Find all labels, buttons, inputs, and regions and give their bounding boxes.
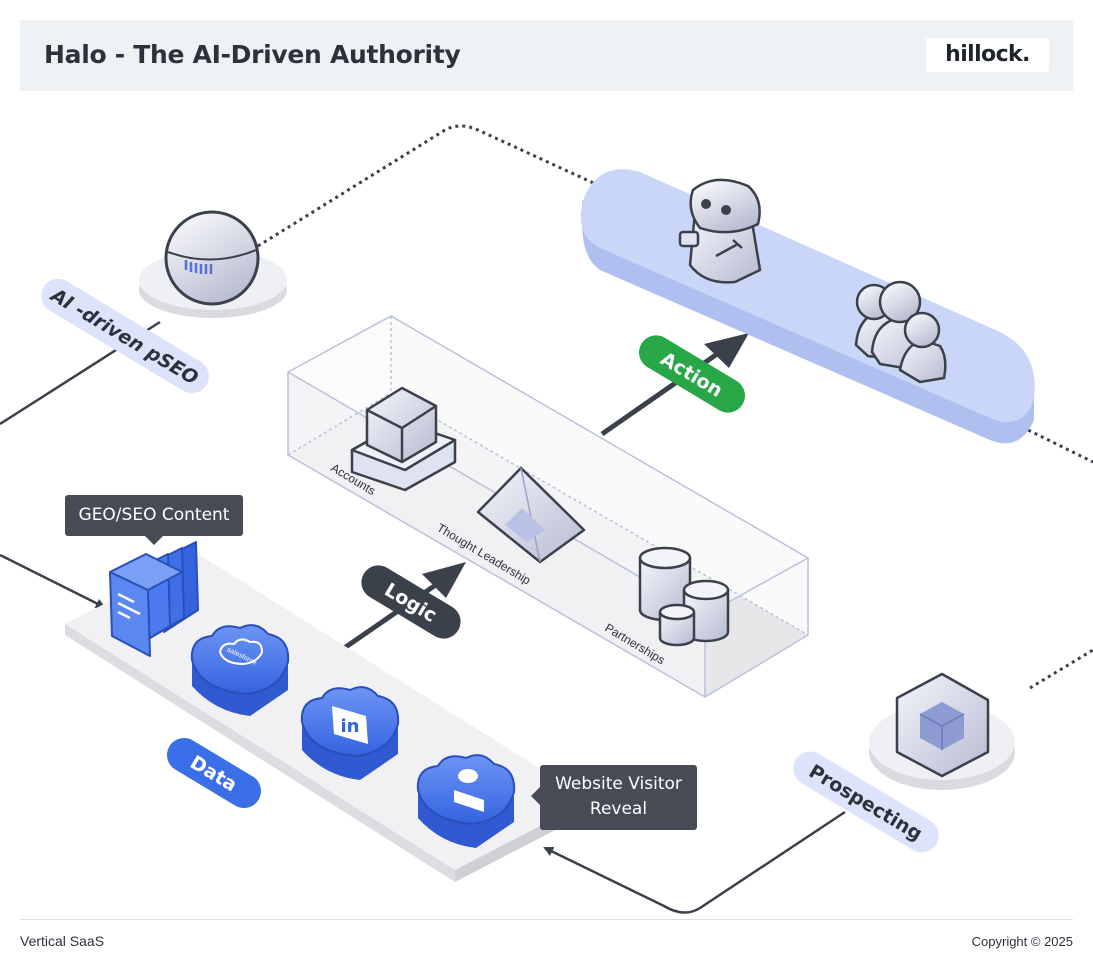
footer-vertical-saas: Vertical SaaS <box>20 933 105 949</box>
footer-divider <box>20 919 1073 920</box>
callout-geo-seo-content: GEO/SEO Content <box>65 495 243 545</box>
prospecting-cube-icon <box>869 672 1015 790</box>
robot-icon <box>678 178 762 284</box>
callout-website-visitor-reveal: Website Visitor Reveal <box>531 765 697 830</box>
svg-text:in: in <box>341 716 360 737</box>
footer-copyright: Copyright © 2025 <box>971 934 1073 949</box>
ai-sphere-icon <box>139 210 287 318</box>
